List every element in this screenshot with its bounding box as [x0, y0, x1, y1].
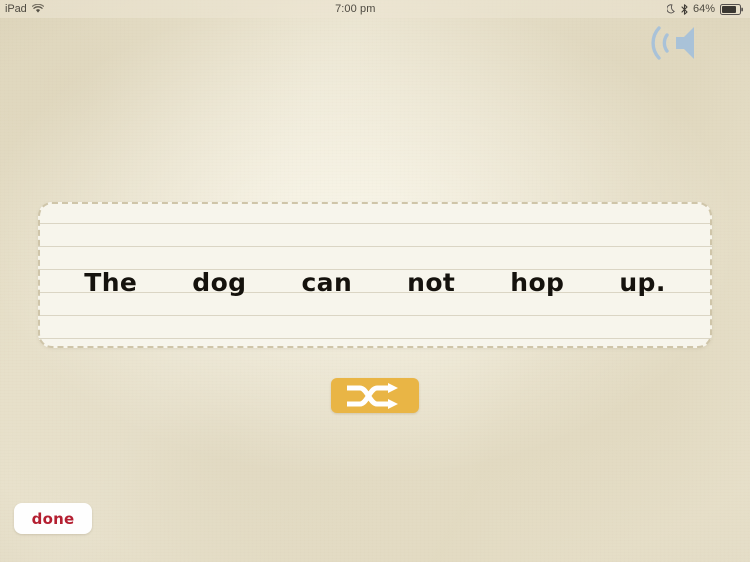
moon-icon [666, 4, 676, 14]
bluetooth-icon [681, 3, 688, 15]
status-bar-right: 64% [666, 3, 750, 15]
ios-status-bar: iPad 7:00 pm 64% [0, 0, 750, 18]
shuffle-button[interactable] [331, 378, 419, 413]
sentence-word-row: The dog can not hop up. [40, 262, 710, 302]
wifi-icon [31, 4, 44, 14]
battery-percent-label: 64% [692, 3, 715, 15]
status-bar-clock: 7:00 pm [335, 3, 376, 15]
app-background: iPad 7:00 pm 64% The dog can not hop up.… [0, 0, 750, 562]
sentence-word[interactable]: up. [619, 270, 665, 295]
sentence-word[interactable]: dog [192, 270, 246, 295]
speaker-volume-icon[interactable] [636, 20, 704, 66]
sentence-card[interactable]: The dog can not hop up. [38, 202, 712, 348]
shuffle-icon [344, 382, 406, 409]
sentence-word[interactable]: not [407, 270, 455, 295]
done-button-label: done [31, 509, 75, 528]
sentence-word[interactable]: can [301, 270, 352, 295]
sentence-word[interactable]: hop [510, 270, 564, 295]
status-bar-left: iPad [0, 3, 44, 15]
battery-icon [720, 3, 744, 15]
done-button[interactable]: done [14, 503, 92, 534]
sentence-word[interactable]: The [84, 270, 137, 295]
device-label: iPad [5, 3, 27, 15]
